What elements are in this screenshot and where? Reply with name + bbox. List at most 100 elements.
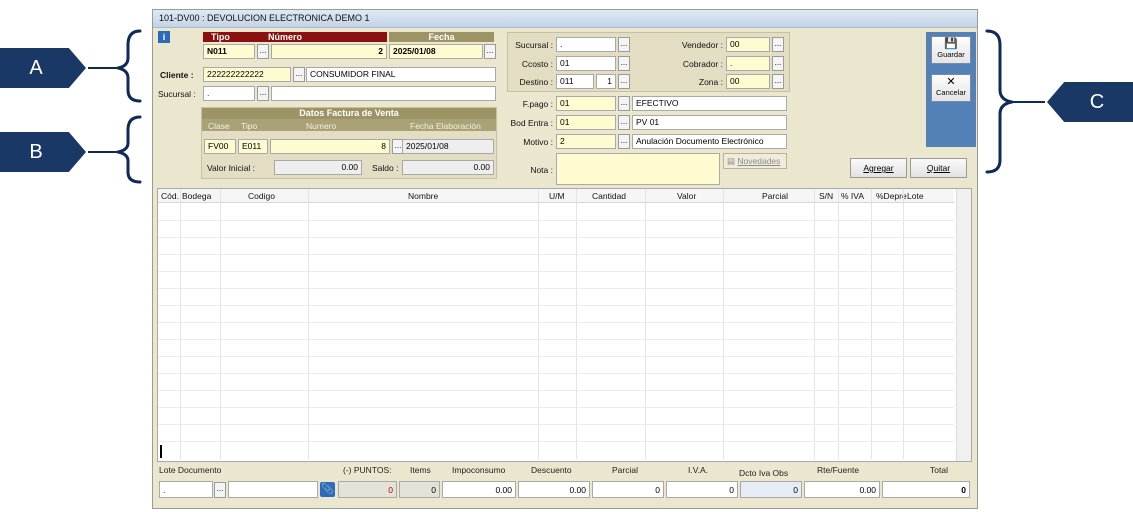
zona-lookup-button[interactable]: ... xyxy=(772,74,784,89)
tipo-lookup-button[interactable]: ... xyxy=(257,44,269,59)
window-title: 101-DV00 : DEVOLUCION ELECTRONICA DEMO 1 xyxy=(153,10,977,28)
cobrador-field[interactable]: . xyxy=(726,56,770,71)
callout-b: B xyxy=(0,132,86,172)
bodentra-field[interactable]: 01 xyxy=(556,115,616,130)
grid-cursor xyxy=(160,445,162,458)
vendedor-label: Vendedor : xyxy=(681,40,723,50)
cliente-id-field[interactable]: 222222222222 xyxy=(203,67,291,82)
sucursal-field[interactable]: . xyxy=(203,86,255,101)
numero-label: Número xyxy=(268,32,303,42)
col-valor[interactable]: Valor xyxy=(677,189,696,203)
col-codigo[interactable]: Codigo xyxy=(248,189,275,203)
items-label: Items xyxy=(410,465,431,475)
vendedor-field[interactable]: 00 xyxy=(726,37,770,52)
col-sn[interactable]: S/N xyxy=(819,189,833,203)
grid-scrollbar[interactable] xyxy=(956,189,971,461)
fecha-field[interactable]: 2025/01/08 xyxy=(389,44,483,59)
col-cod[interactable]: Cód. xyxy=(161,189,179,203)
fecha-elab-col-label: Fecha Elaboración xyxy=(410,121,481,131)
destino-num-field[interactable]: 1 xyxy=(596,74,616,89)
valor-inicial-label: Valor Inicial : xyxy=(207,163,256,173)
info-icon[interactable]: i xyxy=(158,31,170,43)
brace-a xyxy=(116,29,142,103)
fecha-label: Fecha xyxy=(389,32,494,42)
rte-fuente-field: 0.00 xyxy=(804,481,880,498)
descuento-label: Descuento xyxy=(531,465,572,475)
destino-lookup-button[interactable]: ... xyxy=(618,74,630,89)
factura-title: Datos Factura de Venta xyxy=(202,108,496,119)
clase-field[interactable]: FV00 xyxy=(204,139,236,154)
cliente-name-field[interactable]: CONSUMIDOR FINAL xyxy=(306,67,496,82)
col-um[interactable]: U/M xyxy=(549,189,565,203)
motivo-label: Motivo : xyxy=(523,137,553,147)
cobrador-label: Cobrador : xyxy=(682,59,723,69)
total-label: Total xyxy=(930,465,948,475)
motivo-field[interactable]: 2 xyxy=(556,134,616,149)
nota-field[interactable] xyxy=(556,153,720,185)
clase-col-label: Clase xyxy=(208,121,230,131)
col-iva[interactable]: % IVA xyxy=(841,189,864,203)
numero-factura-field[interactable]: 8 xyxy=(270,139,390,154)
puntos-label: (-) PUNTOS: xyxy=(343,465,392,475)
tipo-col-label: Tipo xyxy=(241,121,258,131)
ccosto-field[interactable]: 01 xyxy=(556,56,616,71)
numero-col-label: Numero xyxy=(306,121,337,131)
ccosto-lookup-button[interactable]: ... xyxy=(618,56,630,71)
tipo-factura-field[interactable]: E011 xyxy=(238,139,268,154)
valor-inicial-field: 0.00 xyxy=(274,160,362,175)
notes-icon: ▤ xyxy=(727,156,736,166)
bodentra-desc-field: PV 01 xyxy=(632,115,787,130)
dcto-iva-field: 0 xyxy=(740,481,802,498)
lote-documento-label: Lote Documento xyxy=(159,465,222,475)
lote-desc-field[interactable] xyxy=(228,481,318,498)
vendedor-lookup-button[interactable]: ... xyxy=(772,37,784,52)
zona-field[interactable]: 00 xyxy=(726,74,770,89)
lote-lookup-button[interactable]: ... xyxy=(214,482,226,498)
saldo-label: Saldo : xyxy=(372,163,399,173)
col-nombre[interactable]: Nombre xyxy=(408,189,438,203)
brace-c xyxy=(985,29,1014,174)
parcial-total-field: 0 xyxy=(592,481,664,498)
guardar-button[interactable]: 💾 Guardar xyxy=(931,36,971,64)
items-grid[interactable]: Cód. Bodega Codigo Nombre U/M Cantidad V… xyxy=(157,188,972,462)
lote-field[interactable]: . xyxy=(159,481,213,498)
tipo-numero-header: Tipo Número xyxy=(203,32,387,42)
mid-sucursal-lookup-button[interactable]: ... xyxy=(618,37,630,52)
zona-label: Zona : xyxy=(698,77,723,87)
fpago-field[interactable]: 01 xyxy=(556,96,616,111)
fecha-elaboracion-field: 2025/01/08 xyxy=(402,139,494,154)
callout-c: C xyxy=(1047,82,1133,122)
items-field: 0 xyxy=(399,481,440,498)
motivo-desc-field: Anulación Documento Electrónico xyxy=(632,134,787,149)
cliente-lookup-button[interactable]: ... xyxy=(293,67,305,82)
fpago-desc-field: EFECTIVO xyxy=(632,96,787,111)
mid-sucursal-label: Sucursal : xyxy=(515,40,553,50)
fecha-picker-button[interactable]: ... xyxy=(484,44,496,59)
sucursal-desc-field[interactable] xyxy=(271,86,496,101)
fpago-lookup-button[interactable]: ... xyxy=(618,96,630,111)
quitar-button[interactable]: Quitar xyxy=(910,158,967,178)
parcial-total-label: Parcial xyxy=(612,465,638,475)
close-icon: ✕ xyxy=(946,76,956,88)
totals-footer: Lote Documento (-) PUNTOS: Items Impocon… xyxy=(157,463,972,505)
col-bodega[interactable]: Bodega xyxy=(182,189,211,203)
mid-sucursal-field[interactable]: . xyxy=(556,37,616,52)
numero-field[interactable]: 2 xyxy=(271,44,387,59)
tipo-field[interactable]: N011 xyxy=(203,44,255,59)
cancelar-button[interactable]: ✕ Cancelar xyxy=(931,74,971,102)
destino-field[interactable]: 011 xyxy=(556,74,594,89)
paperclip-icon[interactable]: 📎 xyxy=(320,482,335,497)
motivo-lookup-button[interactable]: ... xyxy=(618,134,630,149)
cliente-label: Cliente : xyxy=(160,70,194,80)
bodentra-lookup-button[interactable]: ... xyxy=(618,115,630,130)
sucursal-lookup-button[interactable]: ... xyxy=(257,86,269,101)
impoconsumo-label: Impoconsumo xyxy=(452,465,506,475)
rte-fuente-label: Rte/Fuente xyxy=(817,465,860,475)
novedades-button[interactable]: ▤ Novedades xyxy=(723,153,787,169)
agregar-button[interactable]: Agregar xyxy=(850,158,907,178)
col-lote[interactable]: Lote xyxy=(907,189,924,203)
cobrador-lookup-button[interactable]: ... xyxy=(772,56,784,71)
col-cantidad[interactable]: Cantidad xyxy=(592,189,626,203)
factura-panel: Datos Factura de Venta Clase Tipo Numero… xyxy=(201,107,497,179)
col-parcial[interactable]: Parcial xyxy=(762,189,788,203)
